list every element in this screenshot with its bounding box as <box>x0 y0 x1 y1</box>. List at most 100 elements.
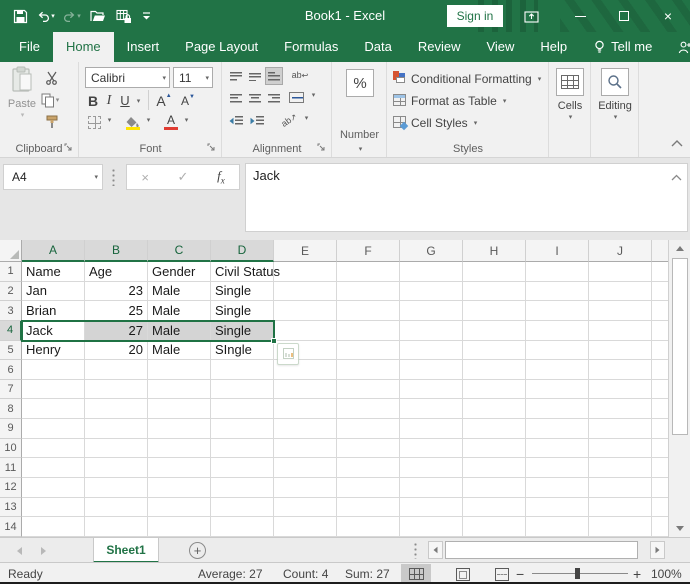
collapse-ribbon-button[interactable] <box>671 134 683 152</box>
cell-C2[interactable]: Male <box>148 282 211 302</box>
align-left-button[interactable] <box>227 90 244 106</box>
italic-button[interactable]: I <box>103 91 115 110</box>
cell-C9[interactable] <box>148 419 211 439</box>
cell-B13[interactable] <box>85 498 148 518</box>
name-box-dropdown-icon[interactable]: ▾ <box>94 173 98 181</box>
cell-B10[interactable] <box>85 439 148 459</box>
cells-button[interactable]: Cells ▾ <box>556 68 584 121</box>
cell-F12[interactable] <box>337 478 400 498</box>
cell-H9[interactable] <box>463 419 526 439</box>
cell-C8[interactable] <box>148 399 211 419</box>
cell-E7[interactable] <box>274 380 337 400</box>
cell-G1[interactable] <box>400 262 463 282</box>
redo-button[interactable]: ▾ <box>60 4 84 28</box>
cell-E11[interactable] <box>274 458 337 478</box>
copy-dropdown-icon[interactable]: ▾ <box>56 96 60 104</box>
minimize-button[interactable] <box>558 0 602 32</box>
cell-A3[interactable]: Brian <box>22 301 85 321</box>
zoom-out-button[interactable]: − <box>516 563 524 584</box>
row-header-11[interactable]: 11 <box>0 458 22 478</box>
vertical-scrollbar[interactable] <box>668 240 690 537</box>
cell-D14[interactable] <box>211 517 274 537</box>
cell-C11[interactable] <box>148 458 211 478</box>
copy-button[interactable]: ▾ <box>40 90 60 110</box>
horizontal-scrollbar-thumb[interactable] <box>445 541 638 559</box>
cell-C10[interactable] <box>148 439 211 459</box>
cell-A10[interactable] <box>22 439 85 459</box>
cell-D8[interactable] <box>211 399 274 419</box>
view-page-layout-button[interactable] <box>448 564 478 584</box>
cell-B1[interactable]: Age <box>85 262 148 282</box>
cell-A8[interactable] <box>22 399 85 419</box>
col-header-I[interactable]: I <box>526 240 589 262</box>
cell-J4[interactable] <box>589 321 652 341</box>
row-header-8[interactable]: 8 <box>0 399 22 419</box>
cell-D10[interactable] <box>211 439 274 459</box>
row-header-6[interactable]: 6 <box>0 360 22 380</box>
col-header-E[interactable]: E <box>274 240 337 262</box>
cell-C14[interactable] <box>148 517 211 537</box>
cell-I2[interactable] <box>526 282 589 302</box>
cell-I3[interactable] <box>526 301 589 321</box>
col-header-C[interactable]: C <box>148 240 211 262</box>
top-align-button[interactable] <box>227 68 244 84</box>
cell-B6[interactable] <box>85 360 148 380</box>
font-color-dropdown-icon[interactable]: ▾ <box>181 116 191 124</box>
cell-H13[interactable] <box>463 498 526 518</box>
cell-I7[interactable] <box>526 380 589 400</box>
cell-B5[interactable]: 20 <box>85 341 148 361</box>
vertical-scrollbar-thumb[interactable] <box>672 258 688 435</box>
increase-font-button[interactable]: A▲ <box>154 91 174 110</box>
borders-button[interactable] <box>86 114 103 131</box>
cell-F1[interactable] <box>337 262 400 282</box>
tab-insert[interactable]: Insert <box>114 32 173 62</box>
row-header-10[interactable]: 10 <box>0 439 22 459</box>
cell-E12[interactable] <box>274 478 337 498</box>
tab-share[interactable]: Share <box>665 32 690 62</box>
format-as-table-button[interactable]: Format as Table▾ <box>393 91 506 111</box>
scroll-down-button[interactable] <box>669 520 690 537</box>
cell-H7[interactable] <box>463 380 526 400</box>
borders-dropdown-icon[interactable]: ▾ <box>104 116 114 124</box>
orientation-button[interactable]: ab↗ <box>275 106 303 134</box>
cell-F4[interactable] <box>337 321 400 341</box>
cell-F14[interactable] <box>337 517 400 537</box>
cell-J14[interactable] <box>589 517 652 537</box>
cell-G3[interactable] <box>400 301 463 321</box>
cell-J11[interactable] <box>589 458 652 478</box>
bold-button[interactable]: B <box>86 91 100 110</box>
tab-help[interactable]: Help <box>527 32 580 62</box>
cell-F6[interactable] <box>337 360 400 380</box>
cell-G14[interactable] <box>400 517 463 537</box>
cancel-button[interactable]: × <box>141 170 149 185</box>
cell-C12[interactable] <box>148 478 211 498</box>
cell-H2[interactable] <box>463 282 526 302</box>
cell-A1[interactable]: Name <box>22 262 85 282</box>
cell-A11[interactable] <box>22 458 85 478</box>
redo-dropdown-icon[interactable]: ▾ <box>77 12 81 20</box>
cell-J9[interactable] <box>589 419 652 439</box>
name-box[interactable]: A4 ▾ <box>3 164 103 190</box>
cell-H8[interactable] <box>463 399 526 419</box>
zoom-in-button[interactable]: + <box>633 563 641 584</box>
tab-file[interactable]: File <box>6 32 53 62</box>
cell-A14[interactable] <box>22 517 85 537</box>
cell-I11[interactable] <box>526 458 589 478</box>
cell-D11[interactable] <box>211 458 274 478</box>
row-header-4[interactable]: 4 <box>0 321 22 341</box>
align-center-button[interactable] <box>246 90 263 106</box>
alignment-dialog-launcher[interactable] <box>317 143 327 153</box>
cell-D9[interactable] <box>211 419 274 439</box>
cell-A4[interactable]: Jack <box>22 321 85 341</box>
cell-I10[interactable] <box>526 439 589 459</box>
col-header-G[interactable]: G <box>400 240 463 262</box>
format-painter-button[interactable] <box>42 112 62 132</box>
cell-B7[interactable] <box>85 380 148 400</box>
cell-D12[interactable] <box>211 478 274 498</box>
paste-button[interactable]: Paste ▾ <box>5 66 39 119</box>
fill-color-button[interactable] <box>124 112 142 132</box>
save-icon[interactable] <box>8 4 32 28</box>
cell-B9[interactable] <box>85 419 148 439</box>
cell-E10[interactable] <box>274 439 337 459</box>
tab-page-layout[interactable]: Page Layout <box>172 32 271 62</box>
